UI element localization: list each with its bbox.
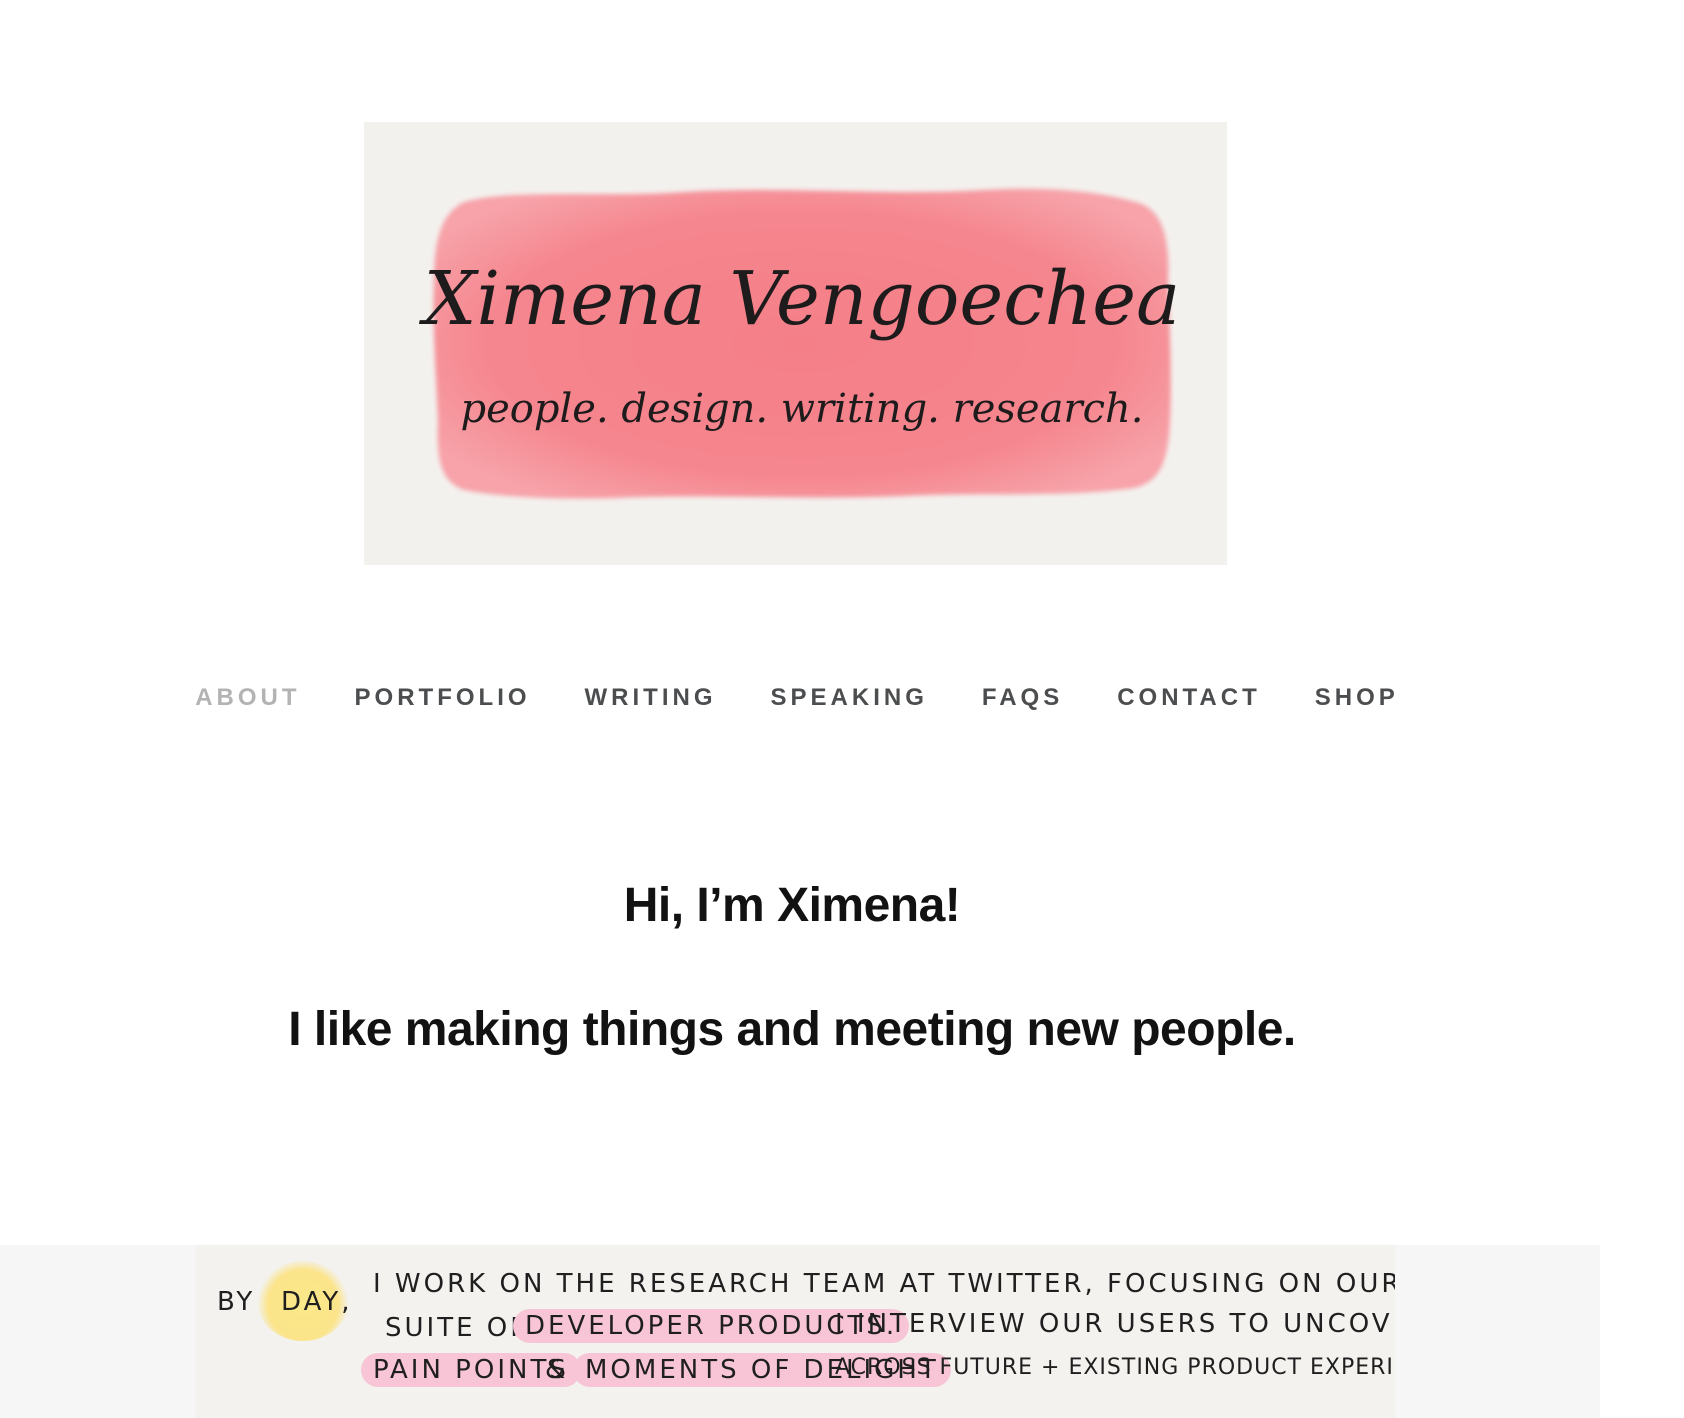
nav-shop[interactable]: SHOP	[1315, 684, 1399, 712]
notes-line-3b: ACROSS FUTURE + EXISTING PRODUCT EXPERIE…	[835, 1355, 1395, 1380]
notes-line-1: I WORK ON THE RESEARCH TEAM AT TWITTER, …	[373, 1269, 1395, 1299]
logo-name: Ximena Vengoechea	[419, 256, 1180, 342]
nav-about[interactable]: ABOUT	[195, 684, 300, 712]
illustrated-notes-image: BY DAY, I WORK ON THE RESEARCH TEAM AT T…	[195, 1245, 1395, 1418]
nav-writing[interactable]: WRITING	[585, 684, 717, 712]
notes-by: BY	[217, 1287, 256, 1317]
intro-greeting: Hi, I’m Ximena!	[623, 879, 961, 932]
nav-faqs[interactable]: FAQS	[982, 684, 1063, 712]
illustrated-notes-section: BY DAY, I WORK ON THE RESEARCH TEAM AT T…	[0, 1245, 1600, 1418]
main-nav: ABOUT PORTFOLIO WRITING SPEAKING FAQS CO…	[0, 678, 1594, 718]
intro-line: I like making things and meeting new peo…	[288, 1003, 1296, 1056]
nav-speaking[interactable]: SPEAKING	[771, 684, 928, 712]
nav-contact[interactable]: CONTACT	[1117, 684, 1261, 712]
notes-line-2b: I INTERVIEW OUR USERS TO UNCOVER	[835, 1309, 1395, 1339]
logo-artwork: Ximena Vengoechea people. design. writin…	[419, 188, 1180, 499]
notes-day: DAY,	[281, 1287, 353, 1317]
watercolor-banner	[433, 188, 1171, 499]
notes-line-3-amp: &	[545, 1355, 569, 1385]
logo-tagline: people. design. writing. research.	[461, 386, 1144, 432]
notes-line-2a: SUITE OF	[385, 1313, 529, 1343]
nav-portfolio[interactable]: PORTFOLIO	[355, 684, 531, 712]
site-logo[interactable]: Ximena Vengoechea people. design. writin…	[364, 122, 1227, 565]
